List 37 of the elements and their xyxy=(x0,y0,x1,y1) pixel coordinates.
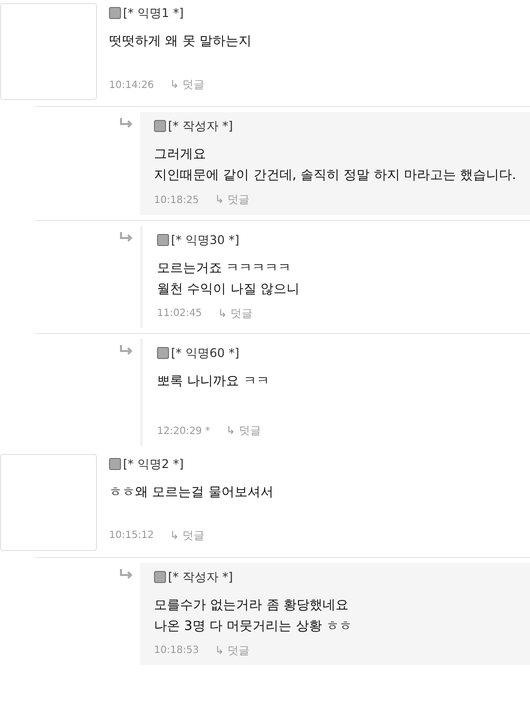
square-icon xyxy=(109,458,121,470)
reply-arrow-icon xyxy=(120,232,134,242)
author-name: [* 작성자 *] xyxy=(168,118,233,135)
timestamp: 12:20:29 * xyxy=(157,424,210,439)
comment-text: 모를수가 없는거라 좀 황당했네요 xyxy=(154,596,350,614)
square-icon xyxy=(157,347,169,359)
square-icon xyxy=(109,7,121,19)
timestamp: 10:18:25 xyxy=(154,194,199,208)
reply-link[interactable]: ↳ 덧글 xyxy=(170,528,205,544)
comment-text: 월천 수익이 나질 않으니 xyxy=(157,280,300,298)
timestamp: 10:18:53 xyxy=(154,644,199,658)
comment-text: 뽀록 나니까요 ㅋㅋ xyxy=(157,373,270,391)
timestamp: 10:15:12 xyxy=(109,529,154,544)
author-name: [* 익명1 *] xyxy=(123,5,184,22)
reply-link[interactable]: ↳ 덧글 xyxy=(218,306,253,322)
author-name: [* 익명60 *] xyxy=(171,345,240,362)
comment-text: 그러게요 xyxy=(154,146,207,164)
square-icon xyxy=(154,120,166,132)
reply-link[interactable]: ↳ 덧글 xyxy=(214,192,250,208)
comment-text: 모르는거죠 ㅋㅋㅋㅋㅋ xyxy=(157,260,292,278)
comment-text: 나온 3명 다 머뭇거리는 상황 ㅎㅎ xyxy=(154,618,353,636)
reply-link[interactable]: ↳ 덧글 xyxy=(214,642,250,659)
square-icon xyxy=(157,234,169,246)
author-name: [* 작성자 *] xyxy=(168,568,233,586)
reply-link[interactable]: ↳ 덧글 xyxy=(226,423,261,440)
author-name: [* 익명30 *] xyxy=(171,232,240,248)
comment-text: 지인때문에 같이 간건데, 솔직히 정말 하지 마라고는 했습니다. xyxy=(154,167,518,185)
timestamp: 10:14:26 xyxy=(109,78,154,93)
comment-text: ㅎㅎ왜 모르는걸 물어보셔서 xyxy=(109,484,274,502)
reply-arrow-icon xyxy=(120,345,134,355)
comment-text: 떳떳하게 왜 못 말하는지 xyxy=(109,33,252,51)
author-name: [* 익명2 *] xyxy=(123,456,184,472)
reply-arrow-icon xyxy=(120,568,134,578)
square-icon xyxy=(154,570,166,582)
reply-arrow-icon xyxy=(120,118,134,128)
timestamp: 11:02:45 xyxy=(157,307,202,322)
reply-link[interactable]: ↳ 덧글 xyxy=(170,77,205,94)
